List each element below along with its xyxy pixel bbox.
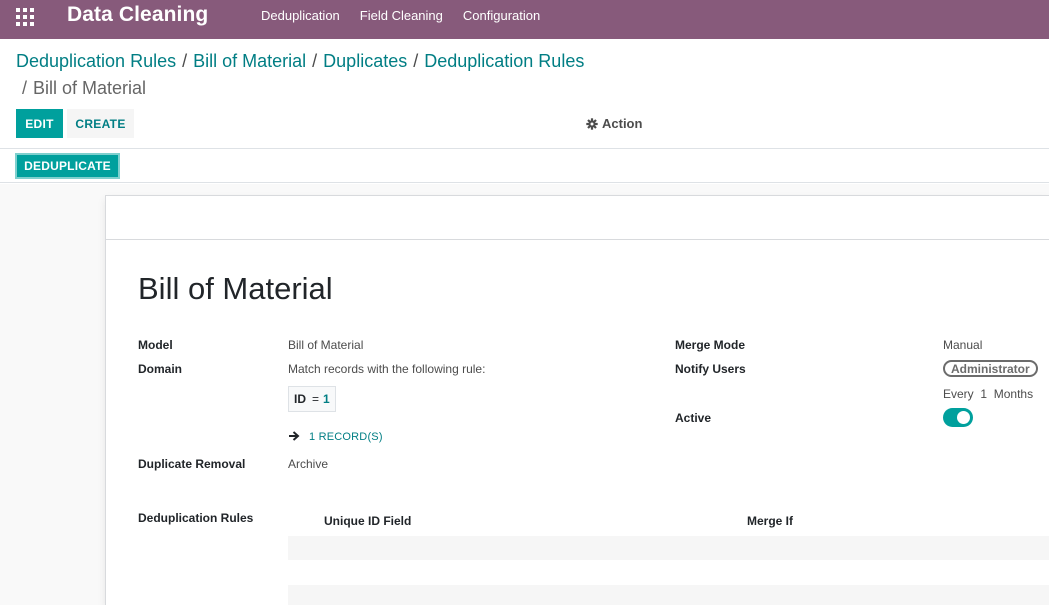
column-merge-if[interactable]: Merge If bbox=[747, 514, 793, 528]
merge-mode-label: Merge Mode bbox=[675, 338, 746, 352]
sheet-header bbox=[106, 196, 1049, 240]
record-title: Bill of Material bbox=[138, 271, 333, 306]
domain-rule-chip: ID = 1 bbox=[288, 386, 336, 412]
breadcrumb-current-line: / Bill of Material bbox=[22, 78, 146, 99]
menu-deduplication[interactable]: Deduplication bbox=[261, 8, 340, 23]
dedup-rules-table-header: Unique ID Field Merge If bbox=[288, 508, 1049, 536]
breadcrumb-item-bill-of-material[interactable]: Bill of Material bbox=[193, 51, 306, 71]
table-row bbox=[288, 585, 1049, 605]
toggle-knob bbox=[957, 411, 970, 424]
duplicate-removal-value: Archive bbox=[288, 457, 329, 471]
menu-field-cleaning[interactable]: Field Cleaning bbox=[360, 8, 443, 23]
domain-rule-field: ID bbox=[294, 392, 306, 406]
breadcrumb-item-deduplication-rules[interactable]: Deduplication Rules bbox=[16, 51, 176, 71]
domain-rule-value: 1 bbox=[323, 392, 330, 406]
breadcrumb-separator: / bbox=[182, 51, 188, 71]
top-navbar: Data Cleaning Deduplication Field Cleani… bbox=[0, 0, 1049, 39]
domain-description: Match records with the following rule: bbox=[288, 362, 486, 376]
breadcrumb-item-duplicates[interactable]: Duplicates bbox=[323, 51, 407, 71]
breadcrumb-separator: / bbox=[413, 51, 419, 71]
column-unique-id-field[interactable]: Unique ID Field bbox=[324, 514, 411, 528]
notify-user-tag[interactable]: Administrator bbox=[943, 360, 1038, 377]
arrow-right-icon bbox=[289, 431, 300, 441]
form-sheet: Bill of Material Model Bill of Material … bbox=[105, 195, 1049, 605]
breadcrumb-item-deduplication-rules-2[interactable]: Deduplication Rules bbox=[424, 51, 584, 71]
active-label: Active bbox=[675, 411, 712, 425]
create-button[interactable]: CREATE bbox=[67, 109, 134, 138]
breadcrumb-current: Bill of Material bbox=[33, 78, 147, 98]
breadcrumb: Deduplication Rules / Bill of Material / Dup… bbox=[16, 51, 584, 72]
deduplicate-button[interactable]: DEDUPLICATE bbox=[15, 153, 120, 179]
dedup-rules-label: Deduplication Rules bbox=[138, 511, 254, 525]
matching-records-link[interactable]: 1 RECORD(S) bbox=[309, 431, 383, 443]
duplicate-removal-label: Duplicate Removal bbox=[138, 457, 246, 471]
model-value: Bill of Material bbox=[288, 338, 364, 352]
notify-unit-value: Months bbox=[993, 387, 1034, 401]
active-toggle[interactable] bbox=[943, 408, 973, 427]
action-dropdown[interactable]: Action bbox=[586, 116, 642, 131]
notify-interval-value: 1 bbox=[980, 387, 988, 401]
action-label: Action bbox=[602, 116, 643, 131]
domain-label: Domain bbox=[138, 362, 183, 376]
notify-frequency: Every 1 Months bbox=[943, 387, 1033, 401]
merge-mode-value: Manual bbox=[943, 338, 983, 352]
gear-icon bbox=[586, 117, 598, 130]
notify-users-label: Notify Users bbox=[675, 362, 746, 376]
apps-grid-icon[interactable] bbox=[16, 8, 34, 26]
top-menu: Deduplication Field Cleaning Configurati… bbox=[261, 8, 560, 23]
app-title[interactable]: Data Cleaning bbox=[67, 3, 208, 27]
table-row bbox=[288, 536, 1049, 560]
breadcrumb-separator: / bbox=[312, 51, 318, 71]
form-statusbar: DEDUPLICATE bbox=[0, 149, 1049, 183]
notify-every-label: Every bbox=[943, 387, 974, 401]
breadcrumb-separator: / bbox=[22, 78, 28, 98]
model-label: Model bbox=[138, 338, 173, 352]
domain-rule-operator: = bbox=[312, 392, 320, 406]
menu-configuration[interactable]: Configuration bbox=[463, 8, 540, 23]
edit-button[interactable]: EDIT bbox=[16, 109, 63, 138]
